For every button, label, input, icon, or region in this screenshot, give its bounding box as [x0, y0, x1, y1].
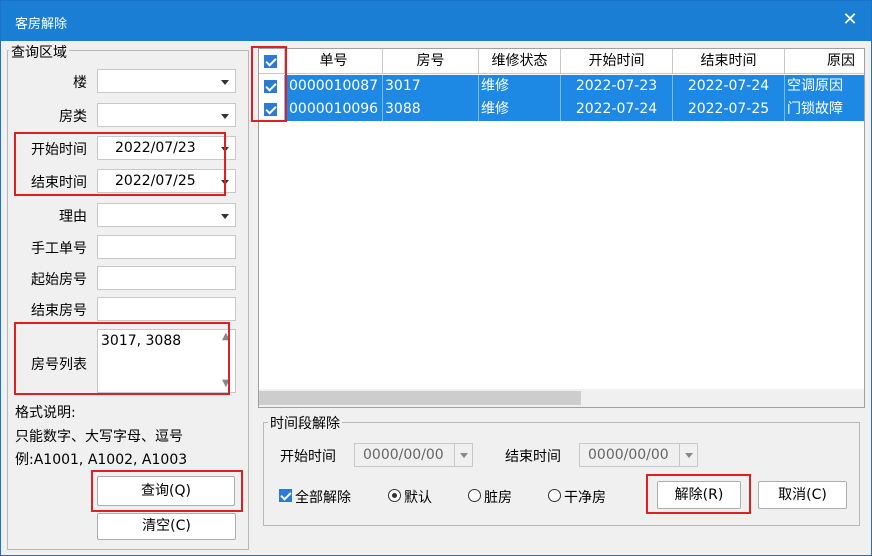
- reason-label: 理由: [59, 209, 87, 225]
- period-release-title: 时间段解除: [268, 413, 342, 433]
- chevron-down-icon: [679, 444, 697, 466]
- period-end-value: 0000/00/00: [588, 447, 669, 463]
- period-start-label: 开始时间: [280, 449, 336, 465]
- query-button-highlight-box: [91, 470, 243, 512]
- grid-header: 单号 房号 维修状态 开始时间 结束时间 原因: [259, 49, 864, 74]
- checkbox-column-highlight-box: [251, 46, 287, 122]
- start-room-label: 起始房号: [31, 272, 87, 288]
- format-title: 格式说明:: [15, 405, 76, 421]
- manual-no-input[interactable]: [97, 235, 236, 259]
- radio-dirty[interactable]: [468, 489, 481, 502]
- table-row[interactable]: 0000010096 3088 维修 2022-07-24 2022-07-25…: [259, 98, 864, 121]
- header-end-time[interactable]: 结束时间: [673, 49, 785, 74]
- query-group-title: 查询区域: [9, 42, 69, 62]
- manual-no-label: 手工单号: [31, 241, 87, 257]
- room-list-highlight-box: [14, 322, 230, 395]
- header-room-no[interactable]: 房号: [383, 49, 479, 74]
- format-line-2: 例:A1001, A1002, A1003: [15, 452, 188, 468]
- header-start-time[interactable]: 开始时间: [561, 49, 673, 74]
- results-grid[interactable]: 单号 房号 维修状态 开始时间 结束时间 原因 0000010087 3017 …: [258, 48, 865, 408]
- close-icon[interactable]: ✕: [839, 9, 861, 31]
- window-title: 客房解除: [15, 17, 68, 32]
- chevron-down-icon: [454, 444, 472, 466]
- cancel-button[interactable]: 取消(C): [758, 481, 847, 509]
- all-release-checkbox[interactable]: [279, 489, 292, 502]
- chevron-down-icon: [221, 114, 229, 119]
- end-room-input[interactable]: [97, 297, 236, 321]
- room-type-label: 房类: [59, 109, 87, 125]
- clear-button[interactable]: 清空(C): [97, 513, 236, 540]
- cell-end-time: 2022-07-24: [673, 75, 785, 98]
- period-end-label: 结束时间: [505, 449, 561, 465]
- chevron-down-icon: [221, 214, 229, 219]
- period-start-picker[interactable]: 0000/00/00: [354, 443, 473, 467]
- time-highlight-box: [14, 132, 226, 196]
- radio-clean-label[interactable]: 干净房: [564, 487, 606, 507]
- cell-reason: 门锁故障: [785, 98, 864, 121]
- title-bar: 客房解除 ✕: [1, 1, 871, 41]
- reason-combo[interactable]: [97, 203, 236, 227]
- header-repair-status[interactable]: 维修状态: [479, 49, 561, 74]
- format-line-1: 只能数字、大写字母、逗号: [15, 429, 183, 445]
- dialog-window: 客房解除 ✕ 查询区域 楼 房类 开始时间 2022/07/23 结束时间 20…: [0, 0, 872, 556]
- room-type-combo[interactable]: [97, 103, 236, 127]
- period-start-value: 0000/00/00: [363, 447, 444, 463]
- cell-room-no: 3088: [383, 98, 479, 121]
- radio-default-label[interactable]: 默认: [404, 487, 432, 507]
- radio-default[interactable]: [388, 489, 401, 502]
- chevron-down-icon: [221, 80, 229, 85]
- cell-start-time: 2022-07-24: [561, 98, 673, 121]
- radio-clean[interactable]: [548, 489, 561, 502]
- building-combo[interactable]: [97, 69, 236, 93]
- period-release-group: [263, 422, 860, 526]
- radio-dirty-label[interactable]: 脏房: [484, 487, 512, 507]
- end-room-label: 结束房号: [31, 303, 87, 319]
- cell-repair-status: 维修: [479, 75, 561, 98]
- scrollbar-thumb[interactable]: [259, 391, 581, 405]
- cell-repair-status: 维修: [479, 98, 561, 121]
- cell-reason: 空调原因: [785, 75, 864, 98]
- cell-end-time: 2022-07-25: [673, 98, 785, 121]
- header-reason[interactable]: 原因: [785, 49, 864, 74]
- period-end-picker[interactable]: 0000/00/00: [579, 443, 698, 467]
- release-button-highlight-box: [646, 474, 751, 514]
- horizontal-scrollbar[interactable]: [259, 389, 864, 407]
- cell-room-no: 3017: [383, 75, 479, 98]
- start-room-input[interactable]: [97, 266, 236, 290]
- cell-start-time: 2022-07-23: [561, 75, 673, 98]
- building-label: 楼: [73, 75, 87, 91]
- table-row[interactable]: 0000010087 3017 维修 2022-07-23 2022-07-24…: [259, 75, 864, 98]
- header-order-no[interactable]: 单号: [285, 49, 383, 74]
- cell-order-no: 0000010087: [285, 75, 383, 98]
- all-release-label[interactable]: 全部解除: [295, 487, 351, 507]
- cell-order-no: 0000010096: [285, 98, 383, 121]
